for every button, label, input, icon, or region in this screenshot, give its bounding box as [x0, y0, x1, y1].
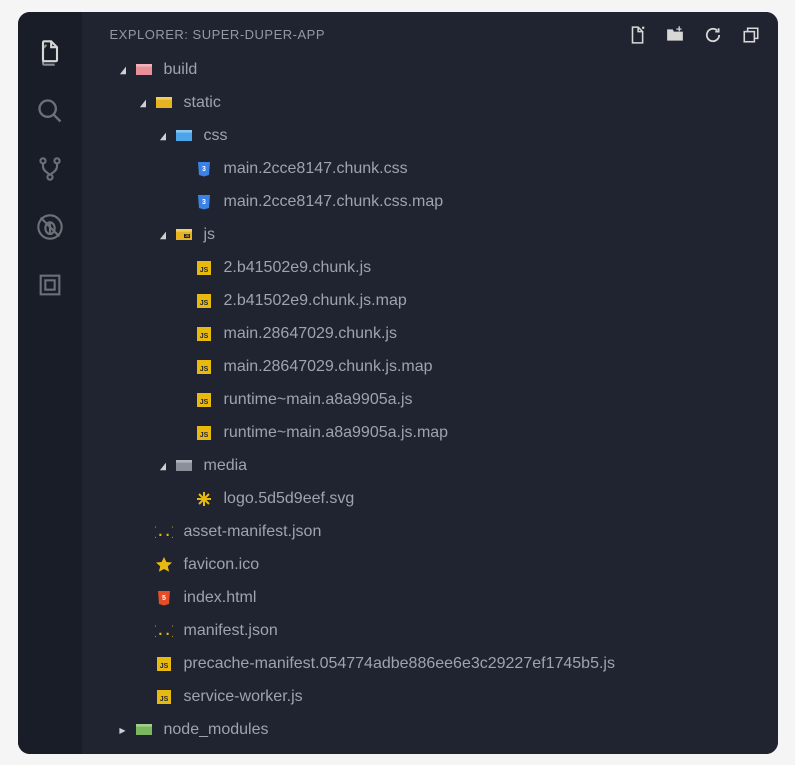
file-tree: ◢build◢static◢css▶main.2cce8147.chunk.cs…	[82, 54, 778, 754]
editor-window: EXPLORER: SUPER-DUPER-APP	[18, 12, 778, 754]
file-row[interactable]: ▶manifest.json	[82, 615, 778, 648]
file-css-icon	[194, 192, 214, 212]
chevron-down-icon[interactable]: ◢	[139, 98, 147, 108]
explorer-sidebar: EXPLORER: SUPER-DUPER-APP	[82, 12, 778, 754]
explorer-header: EXPLORER: SUPER-DUPER-APP	[82, 12, 778, 54]
folder-row[interactable]: ◢ css	[82, 120, 778, 153]
activity-bar	[18, 12, 82, 754]
file-row[interactable]: ▶precache-manifest.054774adbe886ee6e3c29…	[82, 648, 778, 681]
file-js-icon	[154, 654, 174, 674]
explorer-icon[interactable]	[35, 38, 65, 68]
file-js-icon	[194, 357, 214, 377]
new-file-icon[interactable]	[628, 26, 646, 44]
tree-item-label: build	[164, 61, 198, 79]
folder-node-icon	[134, 720, 154, 740]
file-css-icon	[194, 159, 214, 179]
file-json-icon	[154, 621, 174, 641]
chevron-down-icon[interactable]: ◢	[159, 230, 167, 240]
folder-css-icon	[174, 126, 194, 146]
file-favicon-icon	[154, 555, 174, 575]
file-js-icon	[194, 258, 214, 278]
folder-static-icon	[154, 93, 174, 113]
folder-row[interactable]: ◢ static	[82, 87, 778, 120]
file-js-icon	[154, 687, 174, 707]
tree-item-label: static	[184, 94, 221, 112]
file-row[interactable]: ▶favicon.ico	[82, 549, 778, 582]
tree-item-label: css	[204, 127, 228, 145]
file-row[interactable]: ▶main.28647029.chunk.js.map	[82, 351, 778, 384]
tree-item-label: node_modules	[164, 721, 269, 739]
tree-item-label: index.html	[184, 589, 257, 607]
file-row[interactable]: ▶runtime~main.a8a9905a.js	[82, 384, 778, 417]
search-icon[interactable]	[35, 96, 65, 126]
tree-item-label: media	[204, 457, 248, 475]
folder-js-icon	[174, 225, 194, 245]
file-js-icon	[194, 324, 214, 344]
file-row[interactable]: ▶asset-manifest.json	[82, 516, 778, 549]
new-folder-icon[interactable]	[666, 26, 684, 44]
file-row[interactable]: ▶2.b41502e9.chunk.js	[82, 252, 778, 285]
chevron-down-icon[interactable]: ◢	[159, 461, 167, 471]
chevron-down-icon[interactable]: ◢	[119, 65, 127, 75]
file-row[interactable]: ▶logo.5d5d9eef.svg	[82, 483, 778, 516]
tree-item-label: main.2cce8147.chunk.css	[224, 160, 408, 178]
debug-icon[interactable]	[35, 212, 65, 242]
file-svg-icon	[194, 489, 214, 509]
file-row[interactable]: ▶service-worker.js	[82, 681, 778, 714]
file-row[interactable]: ▶index.html	[82, 582, 778, 615]
file-row[interactable]: ▶2.b41502e9.chunk.js.map	[82, 285, 778, 318]
chevron-right-icon[interactable]: ▶	[118, 725, 128, 735]
tree-item-label: js	[204, 226, 216, 244]
tree-item-label: main.2cce8147.chunk.css.map	[224, 193, 444, 211]
folder-row[interactable]: ◢ js	[82, 219, 778, 252]
file-js-icon	[194, 390, 214, 410]
extensions-icon[interactable]	[35, 270, 65, 300]
file-row[interactable]: ▶main.28647029.chunk.js	[82, 318, 778, 351]
tree-item-label: 2.b41502e9.chunk.js.map	[224, 292, 407, 310]
file-json-icon	[154, 522, 174, 542]
tree-item-label: runtime~main.a8a9905a.js	[224, 391, 413, 409]
folder-row[interactable]: ◢ build	[82, 54, 778, 87]
file-row[interactable]: ▶runtime~main.a8a9905a.js.map	[82, 417, 778, 450]
folder-build-icon	[134, 60, 154, 80]
tree-item-label: main.28647029.chunk.js.map	[224, 358, 433, 376]
file-js-icon	[194, 291, 214, 311]
chevron-down-icon[interactable]: ◢	[159, 131, 167, 141]
explorer-title: EXPLORER: SUPER-DUPER-APP	[110, 27, 326, 42]
tree-item-label: 2.b41502e9.chunk.js	[224, 259, 372, 277]
file-row[interactable]: ▶main.2cce8147.chunk.css.map	[82, 186, 778, 219]
tree-item-label: asset-manifest.json	[184, 523, 322, 541]
file-js-icon	[194, 423, 214, 443]
file-row[interactable]: ▶main.2cce8147.chunk.css	[82, 153, 778, 186]
folder-row[interactable]: ▶ node_modules	[82, 714, 778, 747]
tree-item-label: favicon.ico	[184, 556, 260, 574]
folder-row[interactable]: ◢ media	[82, 450, 778, 483]
tree-item-label: main.28647029.chunk.js	[224, 325, 397, 343]
tree-item-label: logo.5d5d9eef.svg	[224, 490, 355, 508]
tree-item-label: service-worker.js	[184, 688, 303, 706]
tree-item-label: manifest.json	[184, 622, 278, 640]
collapse-all-icon[interactable]	[742, 26, 760, 44]
source-control-icon[interactable]	[35, 154, 65, 184]
refresh-icon[interactable]	[704, 26, 722, 44]
tree-item-label: runtime~main.a8a9905a.js.map	[224, 424, 449, 442]
file-html-icon	[154, 588, 174, 608]
folder-media-icon	[174, 456, 194, 476]
tree-item-label: precache-manifest.054774adbe886ee6e3c292…	[184, 655, 615, 673]
explorer-actions	[628, 26, 760, 44]
